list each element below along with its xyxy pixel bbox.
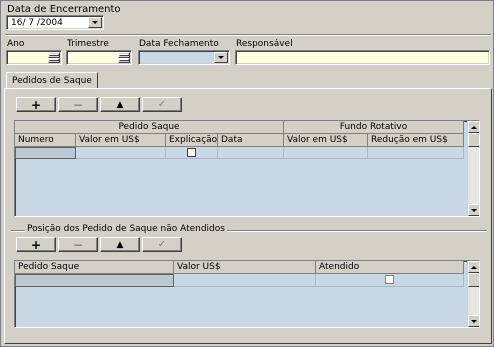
table-cell[interactable] xyxy=(76,147,166,159)
column-header-valor-usd[interactable]: Valor em US$ xyxy=(76,134,166,147)
form-window: Data de Encerramento 16/ 7 /2004 Ano Tri… xyxy=(0,0,494,347)
group-header-fundo-rotativo: Fundo Rotativo xyxy=(284,121,464,134)
trimestre-field[interactable] xyxy=(66,50,132,65)
remove-button[interactable]: − xyxy=(58,97,98,112)
group-header-pedido-saque: Pedido Saque xyxy=(15,121,284,134)
trimestre-spinner[interactable] xyxy=(118,52,130,63)
column-header-pedido-saque[interactable]: Pedido Saque xyxy=(15,261,174,274)
posicao-grid[interactable]: Pedido Saque Valor US$ Atendido xyxy=(14,260,480,328)
column-header-numero[interactable]: Numero xyxy=(15,134,76,147)
add-button[interactable]: + xyxy=(16,237,56,252)
column-header-explicacao[interactable]: Explicação xyxy=(166,134,218,147)
column-header-reducao-usd[interactable]: Redução em US$ xyxy=(368,134,464,147)
separator xyxy=(5,34,491,36)
column-header-valor-usd[interactable]: Valor US$ xyxy=(174,261,316,274)
confirm-button[interactable]: ✓ xyxy=(142,97,182,112)
data-fechamento-combo[interactable] xyxy=(138,50,230,65)
remove-button[interactable]: − xyxy=(58,237,98,252)
table-cell-selected[interactable] xyxy=(15,147,76,159)
table-cell[interactable] xyxy=(368,147,464,159)
data-encerramento-value: 16/ 7 /2004 xyxy=(11,18,63,28)
tab-pedidos-de-saque[interactable]: Pedidos de Saque xyxy=(6,72,98,89)
confirm-button[interactable]: ✓ xyxy=(142,237,182,252)
chevron-down-icon[interactable] xyxy=(88,17,102,28)
move-up-button[interactable]: ▲ xyxy=(100,97,140,112)
table-cell[interactable] xyxy=(166,147,218,159)
column-header-atendido[interactable]: Atendido xyxy=(316,261,464,274)
column-header-data[interactable]: Data xyxy=(218,134,284,147)
responsavel-label: Responsável xyxy=(236,39,293,49)
trimestre-label: Trimestre xyxy=(67,39,109,49)
section-title-posicao: Posição dos Pedido de Saque não Atendido… xyxy=(25,224,227,234)
scroll-up-icon[interactable] xyxy=(468,261,479,273)
vertical-scrollbar[interactable] xyxy=(467,121,479,216)
atendido-checkbox[interactable] xyxy=(385,275,394,284)
ano-spinner[interactable] xyxy=(48,52,60,63)
scroll-thumb[interactable] xyxy=(468,133,479,147)
spin-down-icon[interactable] xyxy=(118,57,130,63)
move-up-button[interactable]: ▲ xyxy=(100,237,140,252)
tab-panel: + − ▲ ✓ Pedido Saque Fundo Rotativo Nume… xyxy=(4,88,492,344)
pedidos-grid[interactable]: Pedido Saque Fundo Rotativo Numero Valor… xyxy=(14,120,480,217)
data-fechamento-label: Data Fechamento xyxy=(139,39,219,49)
document-icon[interactable] xyxy=(187,148,196,157)
scroll-thumb[interactable] xyxy=(468,273,479,287)
scroll-down-icon[interactable] xyxy=(468,315,479,327)
column-header-fundo-valor-usd[interactable]: Valor em US$ xyxy=(284,134,368,147)
table-cell-selected[interactable] xyxy=(15,274,174,287)
ano-label: Ano xyxy=(7,39,25,49)
table-cell[interactable] xyxy=(218,147,284,159)
data-encerramento-combo[interactable]: 16/ 7 /2004 xyxy=(6,15,104,30)
table-cell[interactable] xyxy=(284,147,368,159)
spin-down-icon[interactable] xyxy=(48,57,60,63)
table-cell[interactable] xyxy=(316,274,464,287)
data-encerramento-label: Data de Encerramento xyxy=(7,4,121,15)
ano-field[interactable] xyxy=(6,50,62,65)
chevron-down-icon[interactable] xyxy=(214,52,228,63)
vertical-scrollbar[interactable] xyxy=(467,261,479,327)
scroll-down-icon[interactable] xyxy=(468,204,479,216)
scroll-up-icon[interactable] xyxy=(468,121,479,133)
add-button[interactable]: + xyxy=(16,97,56,112)
responsavel-field[interactable] xyxy=(235,50,490,65)
table-cell[interactable] xyxy=(174,274,316,287)
